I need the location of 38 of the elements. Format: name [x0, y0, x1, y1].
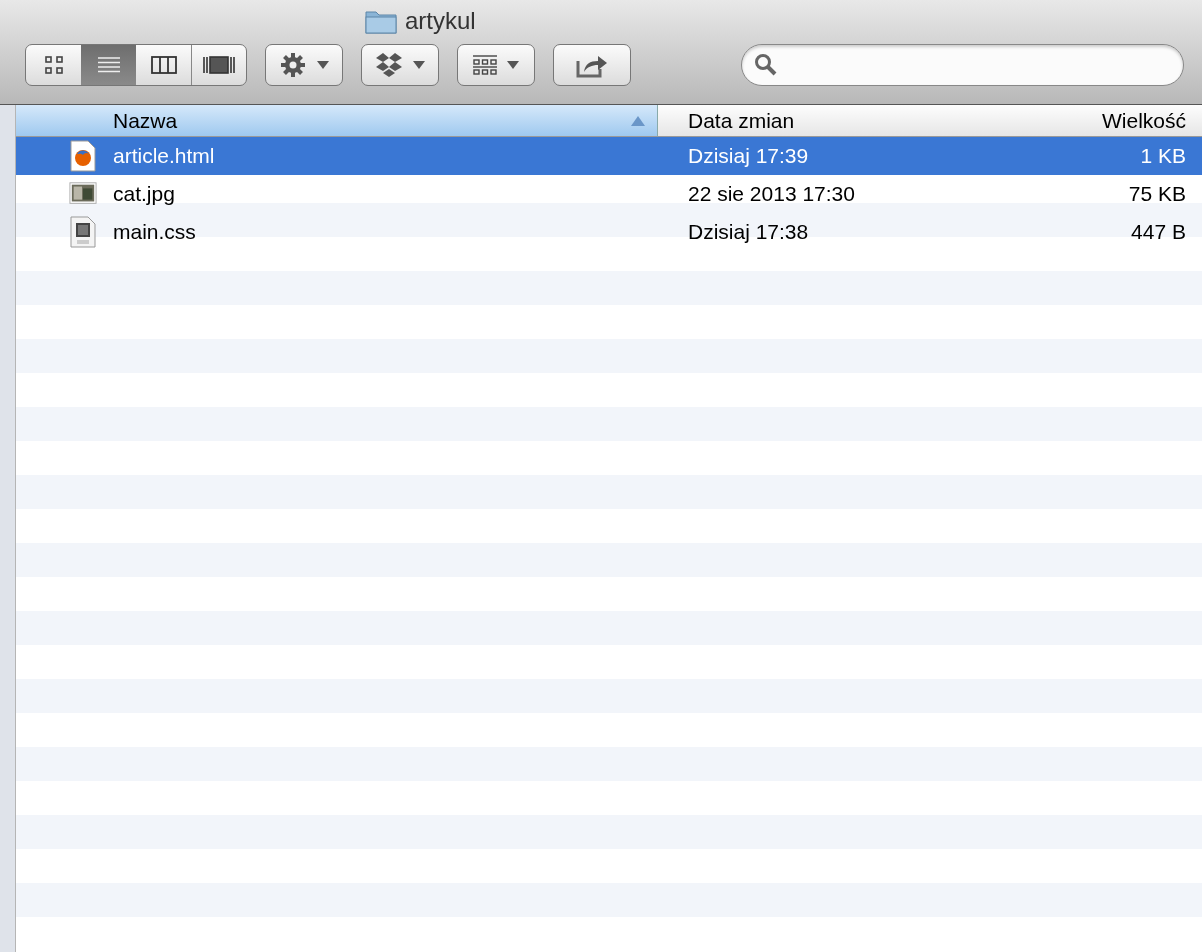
action-button[interactable] [265, 44, 343, 86]
folder-icon [365, 8, 397, 34]
column-header[interactable]: Nazwa [16, 105, 658, 137]
browser-file-icon [69, 140, 97, 172]
gear-icon [279, 51, 307, 79]
grid-icon [473, 55, 497, 75]
file-name: article.html [113, 144, 215, 168]
date-cell-text: Dzisiaj 17:38 [687, 219, 810, 245]
sort-arrow-icon [631, 115, 645, 126]
file-name: main.css [113, 220, 196, 244]
column-label: Nazwa [113, 108, 178, 133]
columns-icon [150, 56, 177, 74]
box-icon [375, 52, 403, 78]
arrange-button[interactable] [457, 44, 535, 86]
size-cell: 1 KB [1019, 137, 1202, 175]
caret-icon [317, 61, 329, 69]
size-cell-text: 447 B [1130, 219, 1187, 245]
dropbox-button[interactable] [361, 44, 439, 86]
window-title: artykul [405, 7, 476, 35]
image-file-icon [69, 181, 97, 207]
size-cell-text: 75 KB [1127, 181, 1187, 207]
date-cell: Dzisiaj 17:39 [658, 137, 1019, 175]
file-name: cat.jpg [113, 182, 175, 206]
file-row[interactable]: article.html [16, 137, 658, 175]
document-file-icon [69, 216, 97, 248]
coverflow-icon [203, 55, 235, 75]
search-icon [754, 53, 778, 77]
file-row[interactable]: cat.jpg [16, 175, 658, 213]
share-button[interactable] [553, 44, 631, 86]
date-cell-text: 22 sie 2013 17:30 [687, 181, 856, 207]
grid-icon [43, 55, 64, 75]
caret-icon [507, 61, 519, 69]
search-field[interactable] [741, 44, 1184, 86]
column-header[interactable]: Wielkość [1019, 105, 1202, 137]
file-row[interactable]: main.css [16, 213, 658, 251]
column-header[interactable]: Data zmian [658, 105, 1019, 137]
list-icon [96, 55, 121, 75]
caret-icon [413, 61, 425, 69]
